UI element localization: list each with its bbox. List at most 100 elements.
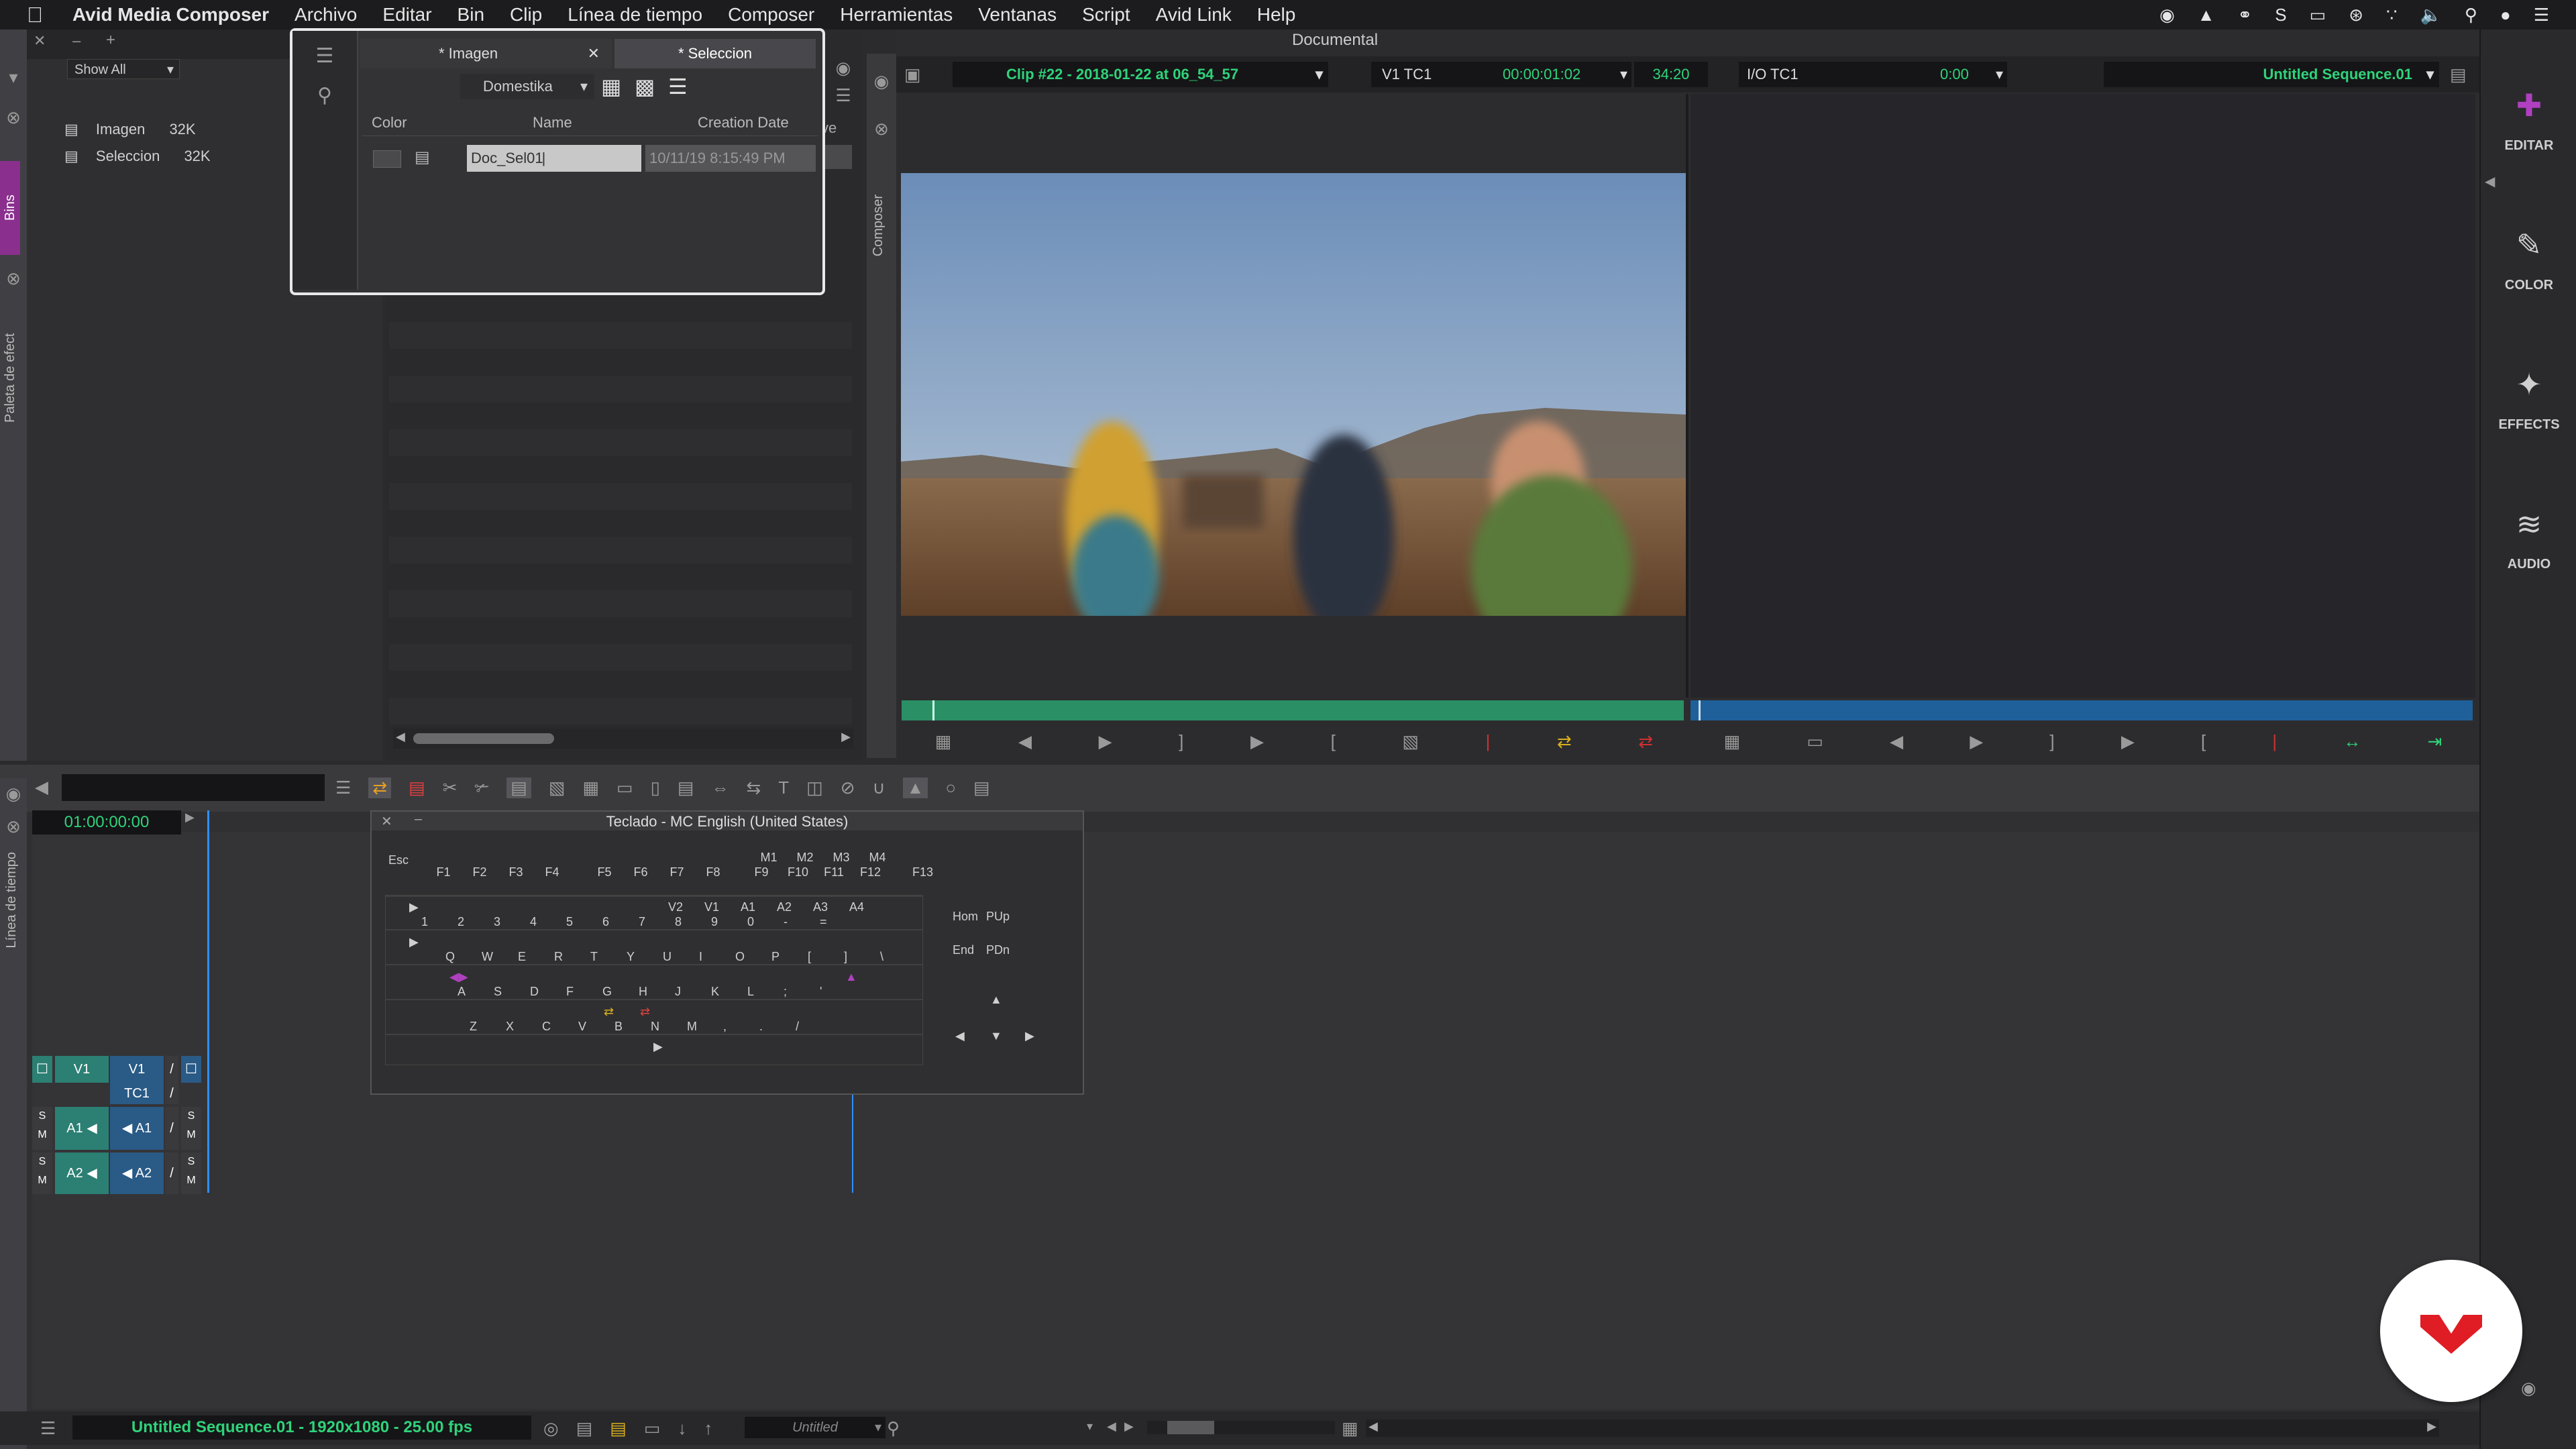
bin-view-select[interactable]: Domestika ▾ bbox=[460, 74, 594, 99]
source-menu-icon[interactable]: ▦ bbox=[935, 731, 952, 752]
record-circle-icon[interactable]: ◎ bbox=[543, 1418, 559, 1439]
source-track-a1[interactable]: A1 ◀ bbox=[55, 1107, 109, 1150]
lock-icon[interactable]: / bbox=[165, 1107, 178, 1150]
collapse-arrow-icon[interactable]: ◀ bbox=[2485, 173, 2495, 190]
mark-in-icon[interactable]: [ bbox=[1331, 731, 1336, 752]
step-back-icon[interactable]: ◀ bbox=[1890, 731, 1903, 752]
timeline-search-icon[interactable]: ⚲ bbox=[887, 1418, 900, 1439]
source-track-a2[interactable]: A2 ◀ bbox=[55, 1152, 109, 1194]
record-track-toggle[interactable]: ☐ bbox=[32, 1056, 52, 1083]
key-m1[interactable]: M1 bbox=[755, 851, 782, 865]
record-sequence-menu[interactable]: Untitled Sequence.01 ▾ bbox=[2104, 62, 2439, 87]
arrow-left-icon[interactable]: ◀ bbox=[955, 1029, 965, 1043]
no-entry-icon[interactable]: ⊘ bbox=[841, 777, 855, 798]
wifi-icon[interactable]: ∵ bbox=[2386, 5, 2398, 25]
source-position-indicator[interactable] bbox=[932, 700, 934, 720]
project-filter-select[interactable]: Show All ▾ bbox=[67, 59, 180, 79]
mark-in-out-icon[interactable]: ◀▶ bbox=[449, 970, 468, 984]
arrow-down-icon[interactable]: ▼ bbox=[990, 1029, 1002, 1043]
timecode-menu-icon[interactable]: ▶ bbox=[185, 810, 195, 824]
key-f8[interactable]: F8 bbox=[703, 865, 723, 879]
key-esc[interactable]: Esc bbox=[385, 853, 412, 867]
color-swatch-icon[interactable]: ▤ bbox=[610, 1418, 627, 1439]
solo-mute-a1[interactable]: SM bbox=[32, 1107, 52, 1150]
lift-icon[interactable]: ⇄ bbox=[368, 777, 392, 798]
bins-side-tab[interactable]: Bins bbox=[0, 161, 20, 255]
slip-icon[interactable]: ⇆ bbox=[746, 777, 761, 798]
workspace-color[interactable]: ✎ COLOR bbox=[2481, 227, 2576, 293]
menu-editar[interactable]: Editar bbox=[382, 4, 431, 25]
timeline-options-icon[interactable]: ◉ bbox=[0, 784, 27, 804]
menu-bin[interactable]: Bin bbox=[458, 4, 484, 25]
source-track-v1[interactable]: V1 bbox=[55, 1056, 109, 1083]
menu-clip[interactable]: Clip bbox=[510, 4, 542, 25]
clear-marks-icon[interactable]: | bbox=[2272, 731, 2277, 752]
key-m3[interactable]: M3 bbox=[828, 851, 855, 865]
play-icon[interactable]: ▶ bbox=[2121, 731, 2135, 752]
record-track-a1[interactable]: ◀ A1 bbox=[110, 1107, 164, 1150]
creative-cloud-icon[interactable]: ⚭ bbox=[2237, 5, 2252, 25]
key-m4[interactable]: M4 bbox=[864, 851, 891, 865]
mark-clip-icon[interactable]: ▧ bbox=[1402, 731, 1419, 752]
link-icon[interactable]: ▤ bbox=[678, 777, 694, 798]
key-f3[interactable]: F3 bbox=[506, 865, 526, 879]
segment-mode-icon[interactable]: ▤ bbox=[506, 777, 531, 798]
tab-imagen[interactable]: * Imagen ✕ bbox=[360, 39, 612, 68]
fast-menu-icon[interactable]: ☰ bbox=[40, 1418, 56, 1439]
record-circle-icon[interactable]: ○ bbox=[945, 777, 956, 798]
fullscreen-icon[interactable]: ▣ bbox=[904, 64, 921, 85]
record-monitor[interactable] bbox=[1690, 94, 2475, 698]
zoom-right-icon[interactable]: ▶ bbox=[1124, 1419, 1134, 1434]
render-icon[interactable]: ◫ bbox=[806, 777, 823, 798]
tl-menu-icon[interactable]: ☰ bbox=[335, 777, 351, 798]
scroll-left-icon[interactable]: ◀ bbox=[396, 730, 405, 744]
popup-search-icon[interactable]: ⚲ bbox=[292, 84, 357, 107]
key-f6[interactable]: F6 bbox=[631, 865, 651, 879]
project-close-icon[interactable]: ✕ bbox=[34, 32, 46, 50]
mark-out-icon[interactable]: ] bbox=[1179, 731, 1183, 752]
bin-options-icon[interactable]: ◉ bbox=[830, 58, 856, 78]
overwrite-icon[interactable]: ⇄ bbox=[1638, 731, 1653, 752]
airplay-icon[interactable]: ▭ bbox=[2310, 5, 2326, 25]
script-view-icon[interactable]: ▩ bbox=[635, 74, 655, 99]
motion-icon[interactable]: ∪ bbox=[873, 777, 885, 798]
composer-panel-icon[interactable]: ▤ bbox=[2450, 64, 2467, 85]
timeline-scrub-display[interactable] bbox=[62, 774, 325, 801]
key-f12[interactable]: F12 bbox=[860, 865, 881, 879]
avid-icon[interactable]: ▲ bbox=[2198, 5, 2215, 25]
column-creation-date[interactable]: Creation Date bbox=[698, 110, 789, 136]
scroll-right-icon[interactable]: ▶ bbox=[2427, 1419, 2436, 1434]
key-m2[interactable]: M2 bbox=[792, 851, 818, 865]
row-name-field[interactable]: Doc_Sel01| bbox=[467, 145, 641, 172]
timeline-close-icon[interactable]: ⊗ bbox=[0, 816, 27, 837]
dollar-icon[interactable]: S bbox=[2275, 5, 2286, 25]
audio-tool-icon[interactable]: ◀ bbox=[35, 777, 48, 798]
workspace-editar[interactable]: ✚ EDITAR bbox=[2481, 87, 2576, 154]
go-to-end-icon[interactable]: ⇥ bbox=[2428, 731, 2443, 752]
tracking-display-2[interactable]: I/O TC1 0:00 ▾ bbox=[1739, 62, 2007, 87]
lock-icon[interactable]: / bbox=[165, 1056, 178, 1083]
bin-menu-icon[interactable]: ☰ bbox=[830, 85, 856, 106]
timeline-timecode[interactable]: 01:00:00:00 bbox=[32, 810, 181, 835]
key-f11[interactable]: F11 bbox=[824, 865, 844, 879]
record-position-indicator[interactable] bbox=[1699, 700, 1701, 720]
menu-avid-link[interactable]: Avid Link bbox=[1156, 4, 1232, 25]
frame-view-icon[interactable]: ▦ bbox=[601, 74, 621, 99]
menu-archivo[interactable]: Archivo bbox=[294, 4, 357, 25]
composer-close-icon[interactable]: ⊗ bbox=[867, 119, 896, 140]
menu-linea-de-tiempo[interactable]: Línea de tiempo bbox=[568, 4, 702, 25]
search-icon[interactable]: ⚲ bbox=[2465, 5, 2477, 25]
copy-icon[interactable]: ✃ bbox=[474, 777, 489, 798]
key-f5[interactable]: F5 bbox=[594, 865, 614, 879]
menu-help[interactable]: Help bbox=[1257, 4, 1296, 25]
record-track-tc1[interactable]: TC1 bbox=[110, 1083, 164, 1104]
record-track-v1[interactable]: V1 bbox=[110, 1056, 164, 1083]
step-back-icon[interactable]: ◀ bbox=[1018, 731, 1032, 752]
bin-horizontal-scrollbar[interactable]: ◀ ▶ bbox=[393, 729, 853, 749]
splice-in-icon[interactable]: ⇄ bbox=[1557, 731, 1572, 752]
empty-slot-icon[interactable]: ▭ bbox=[644, 1418, 661, 1439]
dock-menu-icon[interactable]: ▾ bbox=[4, 67, 23, 88]
zoom-out-icon[interactable]: ▾ bbox=[1087, 1419, 1093, 1434]
timeline-zoom-slider[interactable] bbox=[1147, 1421, 1335, 1434]
key-f10[interactable]: F10 bbox=[788, 865, 808, 879]
